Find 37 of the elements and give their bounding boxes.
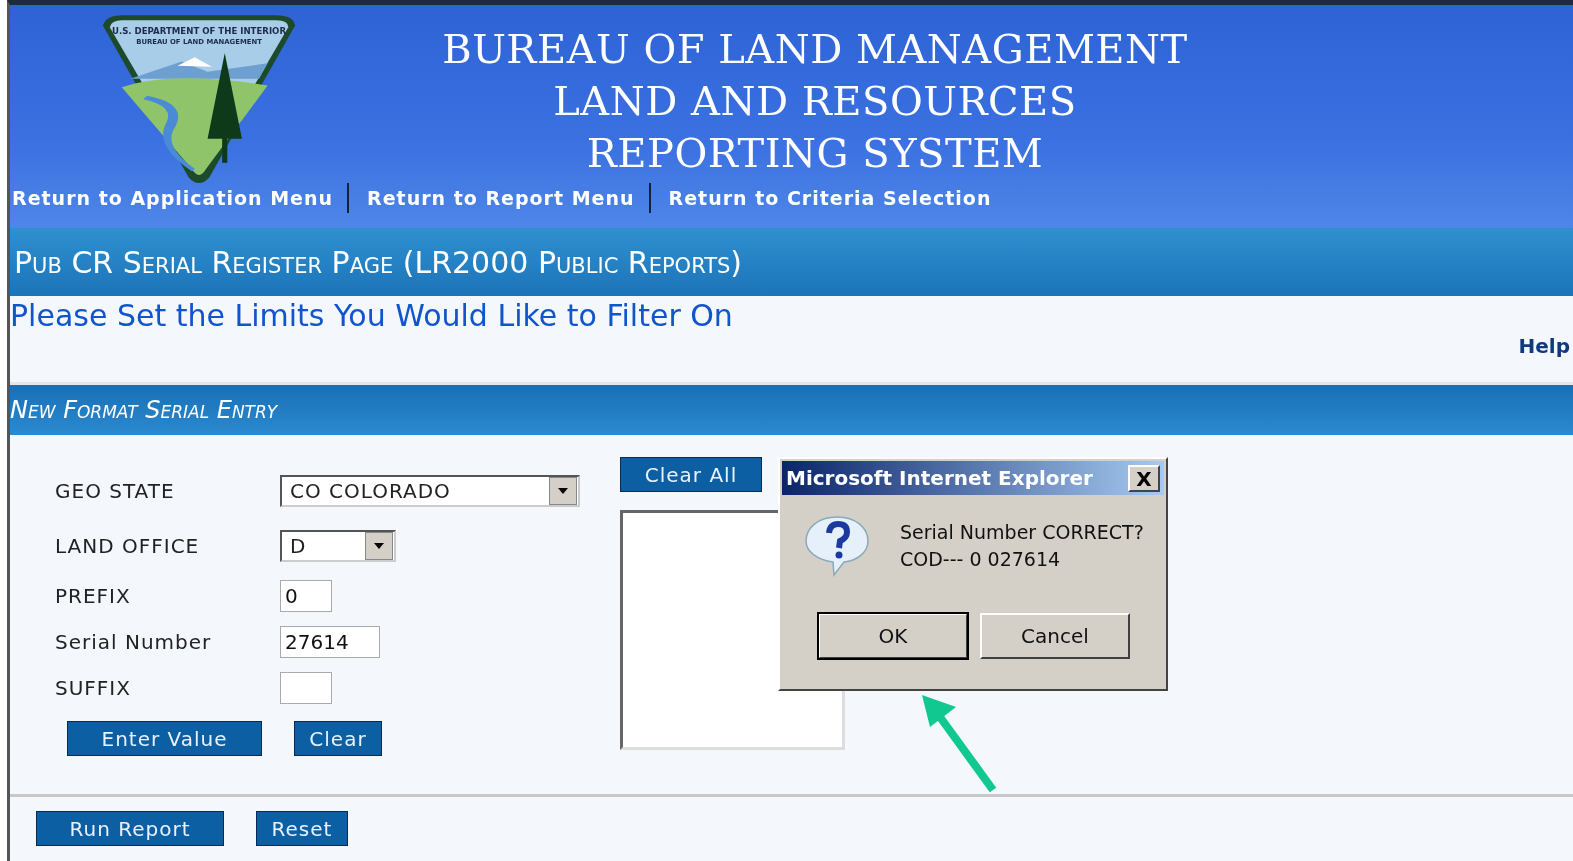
dialog-message: COD--- 0 027614 — [900, 547, 1062, 572]
caret-icon — [374, 543, 384, 549]
field-label: Serial Number — [55, 630, 213, 654]
field-label: GEO STATE — [55, 479, 176, 503]
question-icon — [804, 515, 870, 577]
dialog-button[interactable]: OK — [818, 613, 968, 659]
caret-icon — [558, 488, 568, 494]
dropdown-button[interactable] — [365, 532, 393, 560]
nav-link[interactable]: Return to Report Menu — [365, 187, 649, 209]
help-link[interactable]: Help — [1518, 334, 1570, 358]
dialog-button[interactable]: Cancel — [980, 613, 1130, 659]
select-field[interactable]: D — [280, 530, 396, 562]
form-button[interactable]: Clear — [294, 721, 382, 756]
nav-link[interactable]: Return to Criteria Selection — [666, 187, 1006, 209]
input-field[interactable] — [280, 672, 332, 704]
input-field[interactable]: 0 — [280, 580, 332, 612]
form-button[interactable]: Enter Value — [67, 721, 262, 756]
instruction-heading: Please Set the Limits You Would Like to Filter On — [10, 297, 734, 333]
footer-button[interactable]: Run Report — [36, 811, 224, 846]
field-label: LAND OFFICE — [55, 534, 201, 558]
dropdown-button[interactable] — [549, 477, 577, 505]
nav-link[interactable]: Return to Application Menu — [10, 187, 348, 209]
footer-button[interactable]: Reset — [256, 811, 348, 846]
select-field[interactable]: CO COLORADO — [280, 475, 580, 507]
close-button[interactable]: X — [1128, 464, 1160, 492]
header-title: REPORTING SYSTEM — [586, 129, 1044, 178]
dialog-title: Microsoft Internet Explorer — [786, 466, 1093, 490]
field-label: PREFIX — [55, 584, 132, 608]
dialog-message: Serial Number CORRECT? — [900, 520, 1144, 545]
field-label: SUFFIX — [55, 676, 132, 700]
logo-text: U.S. DEPARTMENT OF THE INTERIOR — [112, 26, 286, 37]
input-field[interactable]: 27614 — [280, 626, 380, 658]
header-title: BUREAU OF LAND MANAGEMENT — [442, 25, 1188, 74]
section-title: New Format Serial Entry — [10, 396, 278, 424]
page-title: Pub CR Serial Register Page (LR2000 Public Reports) — [14, 244, 743, 280]
clear-all-button[interactable]: Clear All — [620, 457, 762, 492]
header-title: LAND AND RESOURCES — [553, 77, 1077, 126]
